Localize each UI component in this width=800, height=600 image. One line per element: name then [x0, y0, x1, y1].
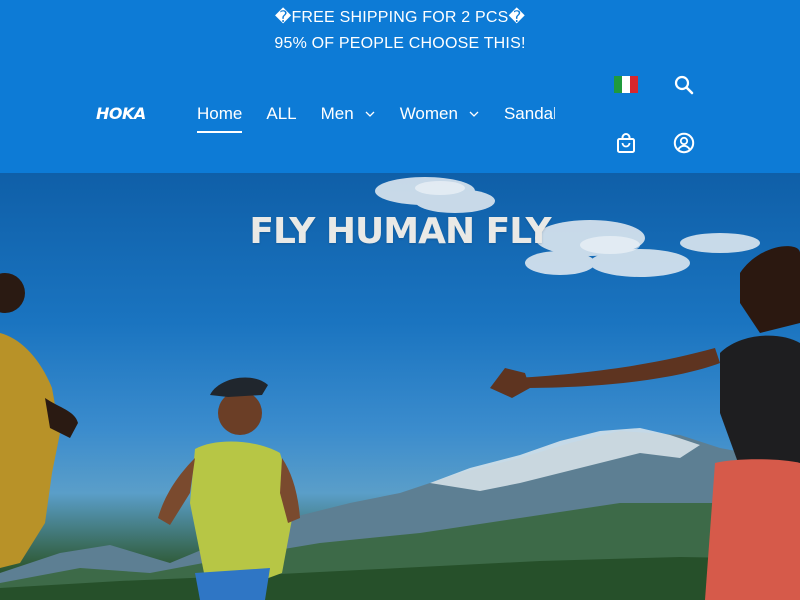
- nav-item-home[interactable]: Home: [197, 100, 243, 133]
- hero-banner[interactable]: FLY HUMAN FLY: [0, 173, 800, 600]
- nav-item-label: ALL: [266, 104, 297, 123]
- chevron-down-icon: [365, 111, 375, 117]
- shopping-bag-icon[interactable]: [614, 131, 638, 155]
- main-nav: Home ALL Men Women Sandals: [197, 100, 555, 136]
- site-header: �FREE SHIPPING FOR 2 PCS� 95% OF PEOPLE …: [0, 0, 800, 173]
- announcement-line-1: �FREE SHIPPING FOR 2 PCS�: [274, 9, 526, 26]
- hero-title: FLY HUMAN FLY: [249, 211, 551, 252]
- chevron-down-icon: [469, 111, 479, 117]
- account-icon[interactable]: [672, 131, 696, 155]
- italy-flag-icon[interactable]: [614, 76, 638, 93]
- brand-logo[interactable]: HOKA: [96, 104, 148, 124]
- announcement-line-2: 95% OF PEOPLE CHOOSE THIS!: [274, 35, 526, 52]
- search-icon[interactable]: [672, 73, 696, 97]
- nav-item-label: Home: [197, 104, 243, 123]
- nav-item-label: Sandals: [503, 104, 555, 123]
- announcement-bar: �FREE SHIPPING FOR 2 PCS� 95% OF PEOPLE …: [0, 5, 800, 57]
- nav-item-label: Men: [320, 104, 354, 123]
- nav-item-men[interactable]: Men: [321, 100, 376, 128]
- nav-item-label: Women: [399, 104, 458, 123]
- nav-item-all[interactable]: ALL: [266, 100, 296, 128]
- nav-item-sandals[interactable]: Sandals: [504, 100, 555, 128]
- nav-item-women[interactable]: Women: [400, 100, 480, 128]
